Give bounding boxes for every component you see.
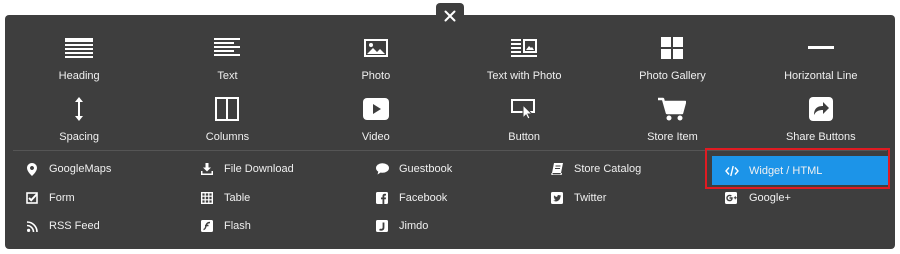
table-label: Table [224, 191, 251, 204]
add-button-button[interactable]: Button [450, 92, 598, 153]
heading-icon [65, 38, 94, 58]
add-store-catalog-button[interactable]: Store Catalog [542, 155, 717, 184]
text-with-photo-label: Text with Photo [486, 70, 562, 82]
add-file-download-button[interactable]: File Download [192, 155, 367, 184]
twitter-label: Twitter [574, 191, 607, 204]
add-share-buttons-button[interactable]: Share Buttons [747, 92, 895, 153]
small-column: Guestbook Facebook Jimdo [367, 155, 542, 241]
rss-feed-label: RSS Feed [49, 220, 100, 233]
close-icon [444, 10, 456, 22]
spacing-icon [75, 97, 84, 121]
small-column: File Download Table Flash [192, 155, 367, 241]
add-photo-button[interactable]: Photo [302, 31, 450, 92]
add-rss-feed-button[interactable]: RSS Feed [17, 212, 192, 241]
add-text-with-photo-button[interactable]: Text with Photo [450, 31, 598, 92]
rss-icon [26, 220, 38, 232]
add-flash-button[interactable]: Flash [192, 212, 367, 241]
add-table-button[interactable]: Table [192, 184, 367, 213]
section-divider [13, 150, 887, 151]
map-pin-icon [27, 162, 37, 176]
add-store-item-button[interactable]: Store Item [598, 92, 746, 153]
speech-bubble-icon [375, 163, 389, 175]
store-item-icon [658, 97, 687, 121]
flash-label: Flash [224, 220, 251, 233]
video-label: Video [361, 131, 390, 143]
horizontal-line-label: Horizontal Line [784, 70, 858, 82]
widget-html-label: Widget / HTML [749, 164, 823, 177]
facebook-icon [376, 191, 388, 204]
spacing-label: Spacing [59, 131, 100, 143]
text-with-photo-icon [511, 39, 538, 57]
add-horizontal-line-button[interactable]: Horizontal Line [747, 31, 895, 92]
add-guestbook-button[interactable]: Guestbook [367, 155, 542, 184]
small-column: Widget / HTML Google+ [712, 155, 892, 241]
form-label: Form [49, 191, 75, 204]
add-photo-gallery-button[interactable]: Photo Gallery [598, 31, 746, 92]
add-google-plus-button[interactable]: Google+ [717, 184, 892, 213]
add-twitter-button[interactable]: Twitter [542, 184, 717, 213]
columns-icon [215, 97, 240, 121]
small-element-grid: GoogleMaps Form RSS Feed File Download T… [17, 155, 892, 241]
photo-icon [363, 39, 388, 57]
small-column: GoogleMaps Form RSS Feed [17, 155, 192, 241]
facebook-label: Facebook [399, 191, 448, 204]
add-text-button[interactable]: Text [153, 31, 301, 92]
button-icon [511, 99, 536, 119]
button-label: Button [508, 131, 541, 143]
twitter-icon [551, 191, 563, 204]
add-widget-html-button[interactable]: Widget / HTML [712, 156, 888, 185]
heading-label: Heading [58, 70, 100, 82]
add-googlemaps-button[interactable]: GoogleMaps [17, 155, 192, 184]
photo-label: Photo [361, 70, 391, 82]
jimdo-icon [376, 220, 388, 233]
video-icon [362, 98, 389, 120]
guestbook-label: Guestbook [399, 163, 453, 176]
add-heading-button[interactable]: Heading [5, 31, 153, 92]
share-buttons-icon [808, 97, 833, 121]
photo-gallery-label: Photo Gallery [639, 70, 706, 82]
share-buttons-label: Share Buttons [785, 131, 856, 143]
form-checkbox-icon [26, 191, 38, 204]
small-column: Store Catalog Twitter [542, 155, 717, 241]
table-icon [201, 191, 213, 204]
big-element-row: Heading Text Photo Text with Photo Photo… [5, 31, 895, 92]
add-jimdo-button[interactable]: Jimdo [367, 212, 542, 241]
big-element-grid: Heading Text Photo Text with Photo Photo… [5, 31, 895, 153]
columns-label: Columns [205, 131, 250, 143]
text-label: Text [217, 70, 238, 82]
horizontal-line-icon [807, 46, 834, 49]
google-plus-icon [725, 192, 737, 205]
googlemaps-label: GoogleMaps [49, 163, 112, 176]
text-icon [214, 38, 241, 56]
add-facebook-button[interactable]: Facebook [367, 184, 542, 213]
flash-icon [201, 220, 213, 233]
store-item-label: Store Item [647, 131, 698, 143]
add-form-button[interactable]: Form [17, 184, 192, 213]
add-columns-button[interactable]: Columns [153, 92, 301, 153]
download-icon [201, 163, 213, 176]
store-catalog-label: Store Catalog [574, 163, 642, 176]
add-element-panel: Heading Text Photo Text with Photo Photo… [5, 15, 895, 249]
google-plus-label: Google+ [749, 192, 791, 205]
big-element-row: Spacing Columns Video Button Store Item … [5, 92, 895, 153]
catalog-icon [551, 163, 563, 176]
jimdo-label: Jimdo [399, 220, 429, 233]
file-download-label: File Download [224, 163, 294, 176]
photo-gallery-icon [661, 37, 684, 59]
code-icon [725, 165, 739, 176]
add-video-button[interactable]: Video [302, 92, 450, 153]
close-button[interactable] [436, 3, 464, 29]
add-spacing-button[interactable]: Spacing [5, 92, 153, 153]
